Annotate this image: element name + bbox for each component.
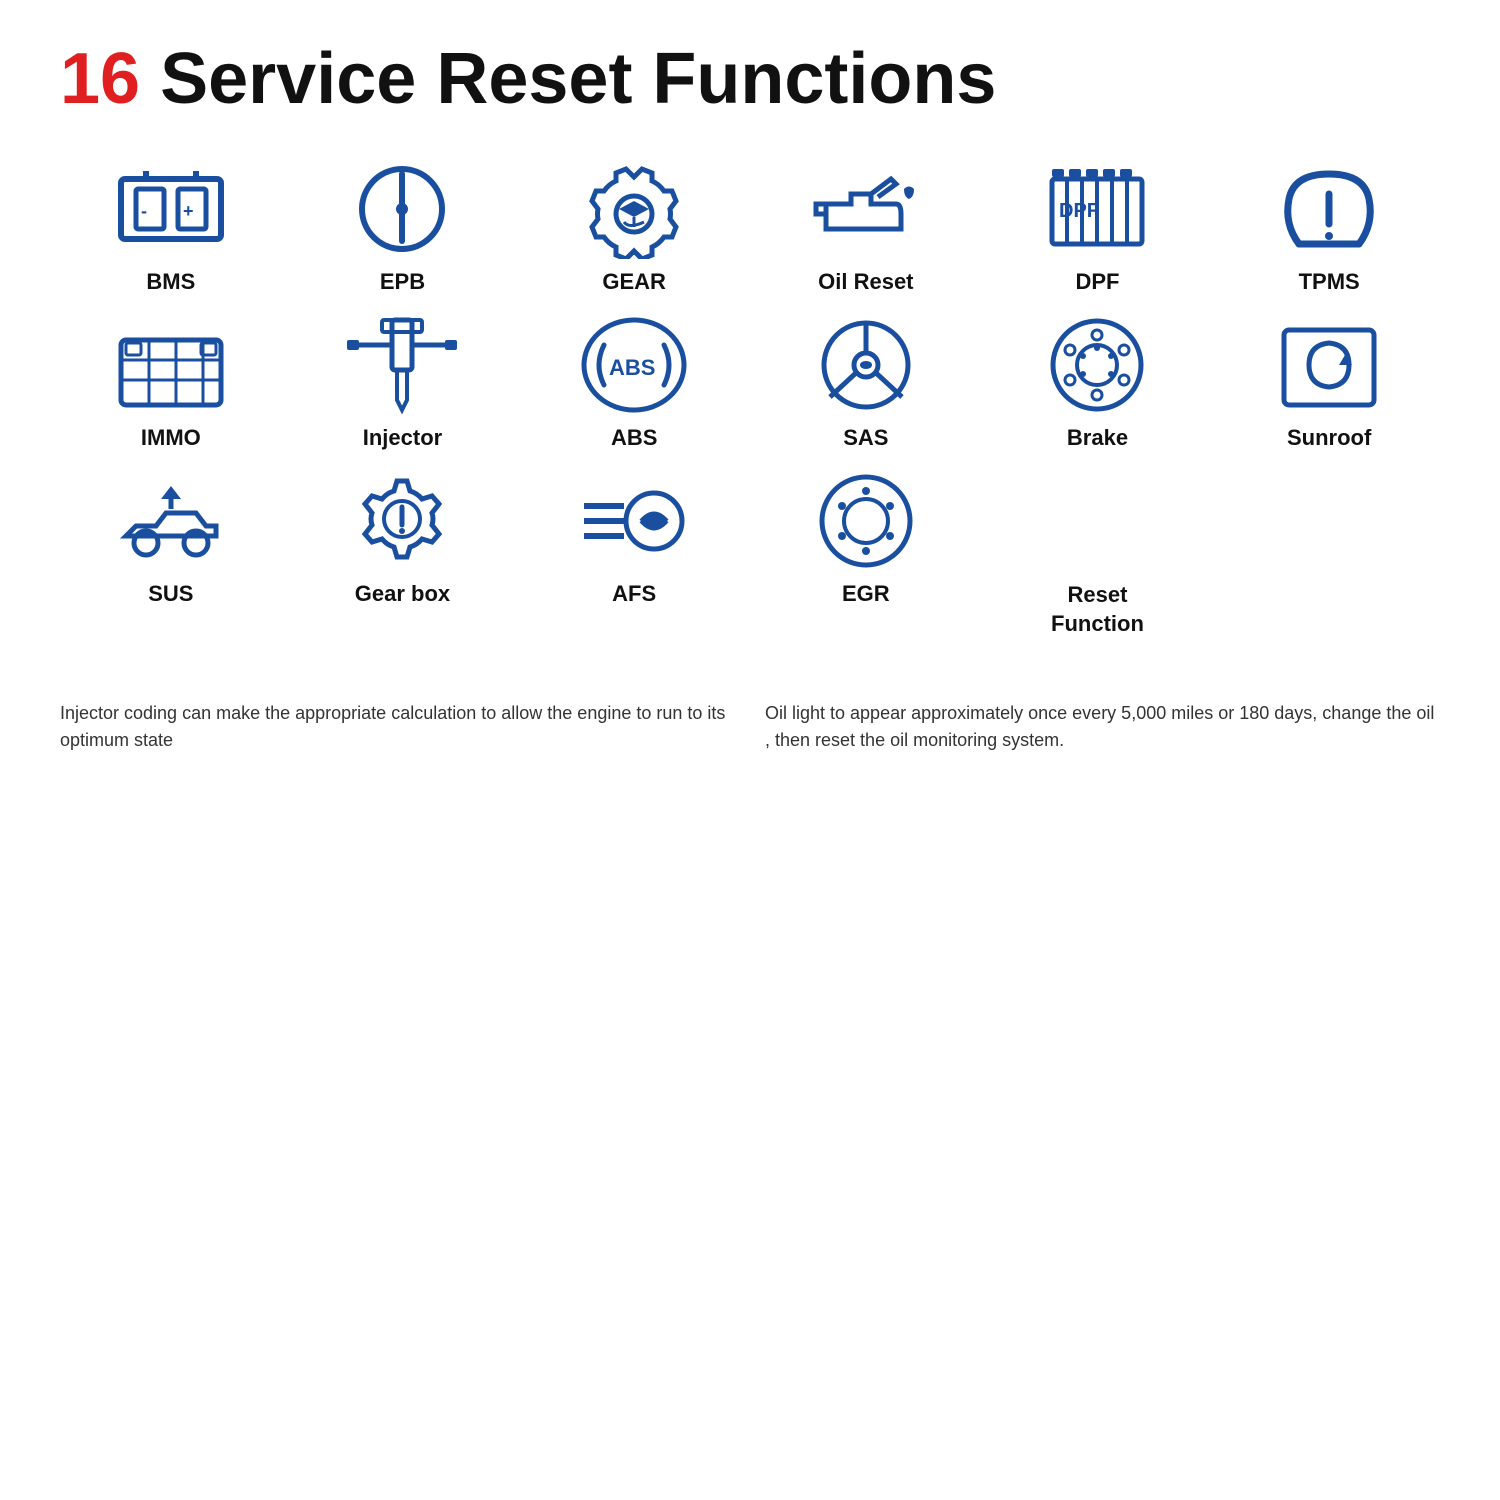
- sunroof-label: Sunroof: [1287, 425, 1371, 451]
- photos-row: Injector coding can make the appropriate…: [60, 688, 1440, 754]
- tpms-icon: [1269, 159, 1389, 259]
- sas-icon: [806, 315, 926, 415]
- gear-label: GEAR: [602, 269, 666, 295]
- epb-label: EPB: [380, 269, 425, 295]
- function-dpf: DPF DPF: [987, 159, 1209, 295]
- svg-text:DPF: DPF: [1059, 200, 1099, 222]
- svg-text:ABS: ABS: [609, 355, 655, 380]
- function-sus: SUS: [60, 471, 282, 638]
- bms-label: BMS: [146, 269, 195, 295]
- brake-icon: [1037, 315, 1157, 415]
- injector-photo-block: Injector coding can make the appropriate…: [60, 688, 735, 754]
- oil-caption: Oil light to appear approximately once e…: [765, 700, 1440, 754]
- function-sunroof: Sunroof: [1218, 315, 1440, 451]
- sunroof-icon: [1269, 315, 1389, 415]
- gear-icon: [574, 159, 694, 259]
- function-injector: Injector: [292, 315, 514, 451]
- function-tpms: TPMS: [1218, 159, 1440, 295]
- gearbox-label: Gear box: [355, 581, 450, 607]
- reset-icon: [1037, 471, 1157, 571]
- oil-photo-block: ENGINE OIL Oil light to appear approxima…: [765, 688, 1440, 754]
- svg-text:+: +: [183, 201, 194, 221]
- egr-icon: [806, 471, 926, 571]
- function-gearbox: Gear box: [292, 471, 514, 638]
- title-text: Service Reset Functions: [140, 39, 996, 119]
- dpf-icon: DPF: [1037, 159, 1157, 259]
- sus-label: SUS: [148, 581, 193, 607]
- svg-text:-: -: [141, 201, 147, 221]
- oil-reset-icon: [806, 159, 926, 259]
- afs-label: AFS: [612, 581, 656, 607]
- reset-label: ResetFunction: [1051, 581, 1144, 638]
- sus-icon: [111, 471, 231, 571]
- function-bms: - + BMS: [60, 159, 282, 295]
- function-gear: GEAR: [523, 159, 745, 295]
- brake-label: Brake: [1067, 425, 1128, 451]
- abs-label: ABS: [611, 425, 657, 451]
- function-brake: Brake: [987, 315, 1209, 451]
- tpms-label: TPMS: [1299, 269, 1360, 295]
- page-title: 16 Service Reset Functions: [60, 40, 1440, 119]
- title-number: 16: [60, 39, 140, 119]
- oil-reset-label: Oil Reset: [818, 269, 913, 295]
- epb-icon: [342, 159, 462, 259]
- function-egr: EGR: [755, 471, 977, 638]
- function-abs: ABS ABS: [523, 315, 745, 451]
- function-oil-reset: Oil Reset: [755, 159, 977, 295]
- injector-label: Injector: [363, 425, 442, 451]
- immo-icon: [111, 315, 231, 415]
- sas-label: SAS: [843, 425, 888, 451]
- injector-caption: Injector coding can make the appropriate…: [60, 700, 735, 754]
- bms-icon: - +: [111, 159, 231, 259]
- gearbox-icon: [342, 471, 462, 571]
- abs-icon: ABS: [574, 315, 694, 415]
- function-reset: ResetFunction: [987, 471, 1209, 638]
- function-epb: EPB: [292, 159, 514, 295]
- injector-icon: [342, 315, 462, 415]
- function-immo: IMMO: [60, 315, 282, 451]
- egr-label: EGR: [842, 581, 890, 607]
- dpf-label: DPF: [1075, 269, 1119, 295]
- immo-label: IMMO: [141, 425, 201, 451]
- afs-icon: [574, 471, 694, 571]
- function-afs: AFS: [523, 471, 745, 638]
- functions-grid: - + BMS EPB: [60, 159, 1440, 638]
- function-sas: SAS: [755, 315, 977, 451]
